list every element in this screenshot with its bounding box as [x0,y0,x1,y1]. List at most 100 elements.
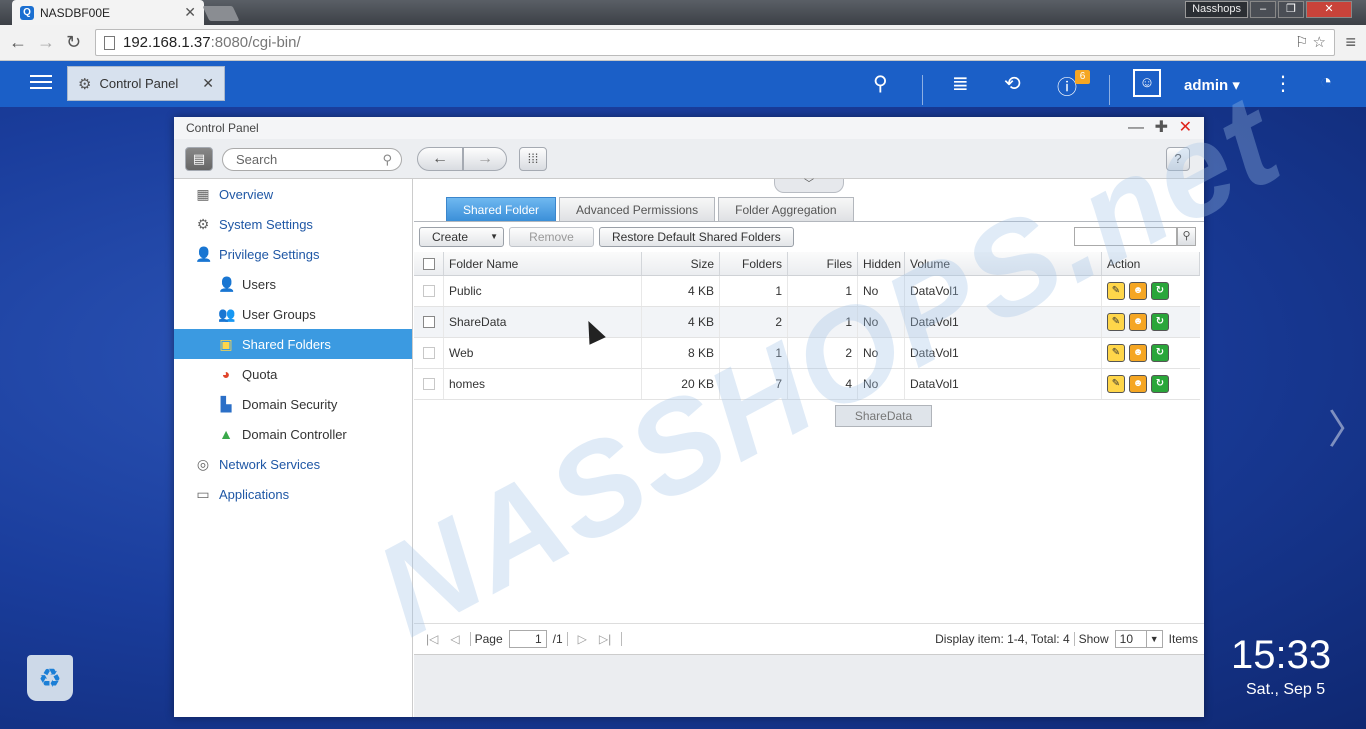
sidebar-item-users[interactable]: 👤 Users [174,269,412,299]
info-icon[interactable]: ⓘ [1057,71,1077,100]
sidebar-item-domain-security[interactable]: ▙ Domain Security [174,389,412,419]
next-page-icon[interactable]: ▷ [578,632,587,646]
first-page-icon[interactable]: |◁ [426,632,438,646]
user-avatar-icon[interactable]: ☺ [1133,69,1161,97]
forward-icon[interactable]: → [37,32,55,53]
window-toolbar: ▤ Search ⚲ ← → ⁞⁞⁞ ? [174,139,1204,179]
user-name: admin [1184,77,1229,94]
sidebar-item-quota[interactable]: ◕ Quota [174,359,412,389]
folder-name: Public [444,276,642,306]
page-size-select[interactable]: 10 ▼ [1114,630,1163,648]
column-hidden[interactable]: Hidden [858,252,905,275]
table-header: Folder Name Size Folders Files Hidden Vo… [414,252,1200,276]
column-size[interactable]: Size [642,252,720,275]
window-titlebar[interactable]: Control Panel — ✚ ✕ [174,117,1204,139]
table-row[interactable]: Public 4 KB 1 1 No DataVol1 ✎ ☻ ↻ [414,276,1200,307]
tab-folder-aggregation[interactable]: Folder Aggregation [718,197,854,221]
sidebar-item-domain-controller[interactable]: ▲ Domain Controller [174,419,412,449]
sidebar-item-system-settings[interactable]: ⚙ System Settings [174,209,412,239]
edit-properties-icon[interactable]: ✎ [1107,282,1125,300]
column-action: Action [1102,252,1200,275]
last-page-icon[interactable]: ▷| [599,632,611,646]
sidebar-item-overview[interactable]: ▦ Overview [174,179,412,209]
sidebar-toggle-button[interactable]: ▤ [185,147,213,171]
sidebar-item-shared-folders[interactable]: ▣ Shared Folders [174,329,412,359]
row-checkbox[interactable] [422,347,435,359]
browser-tab[interactable]: Q NASDBF00E ✕ [12,0,204,25]
search-icon[interactable]: ⚲ [873,71,888,96]
main-menu-icon[interactable] [30,71,52,93]
edit-properties-icon[interactable]: ✎ [1107,313,1125,331]
minimize-window-button[interactable]: – [1250,1,1276,18]
close-icon[interactable]: ✕ [1179,117,1192,139]
maximize-icon[interactable]: ✚ [1155,117,1168,139]
translate-and-star-icons[interactable]: ⚐ ☆ [1295,33,1326,51]
column-files[interactable]: Files [788,252,858,275]
more-options-icon[interactable]: ⋮ [1273,71,1293,96]
page-label: Page [474,632,503,646]
edit-permissions-icon[interactable]: ☻ [1129,282,1147,300]
domain-security-icon: ▙ [220,396,232,412]
edit-properties-icon[interactable]: ✎ [1107,375,1125,393]
search-icon[interactable]: ⚲ [1177,227,1196,246]
refresh-icon[interactable]: ↻ [1151,375,1169,393]
create-button[interactable]: Create ▼ [419,227,504,247]
table-row[interactable]: homes 20 KB 7 4 No DataVol1 ✎ ☻ ↻ [414,369,1200,400]
url-input[interactable]: 192.168.1.37 :8080/cgi-bin/ ⚐ ☆ [95,29,1335,56]
select-all-checkbox[interactable] [422,257,435,270]
help-button[interactable]: ? [1166,147,1190,171]
user-menu[interactable]: admin ▾ [1184,76,1240,94]
back-icon[interactable]: ← [9,32,27,53]
close-window-button[interactable]: ✕ [1306,1,1352,18]
new-tab-button[interactable] [202,6,240,21]
remove-button[interactable]: Remove [509,227,594,247]
column-folder-name[interactable]: Folder Name [444,252,642,275]
tab-advanced-permissions[interactable]: Advanced Permissions [559,197,716,221]
control-panel-taskbar-tab[interactable]: ⚙ Control Panel ✕ [67,66,225,101]
sidebar-item-user-groups[interactable]: 👥 User Groups [174,299,412,329]
edit-permissions-icon[interactable]: ☻ [1129,344,1147,362]
qts-top-bar: ⚙ Control Panel ✕ ⚲ ≣ ⟲ ⓘ 6 ☺ admin ▾ ⋮ … [0,61,1366,107]
folder-search-input[interactable] [1074,227,1177,246]
refresh-icon[interactable]: ↻ [1151,313,1169,331]
reload-icon[interactable]: ↻ [66,32,81,53]
external-device-icon[interactable]: ⟲ [1004,71,1021,96]
close-tab-icon[interactable]: ✕ [184,4,196,21]
collapse-chevron-down-icon[interactable]: ﹀ [774,179,844,193]
browser-menu-icon[interactable]: ≡ [1345,32,1356,53]
restore-default-shared-folders-button[interactable]: Restore Default Shared Folders [599,227,794,247]
table-row[interactable]: Web 8 KB 1 2 No DataVol1 ✎ ☻ ↻ [414,338,1200,369]
search-input[interactable]: Search ⚲ [222,148,402,171]
back-button[interactable]: ← [417,147,463,171]
row-checkbox[interactable] [422,378,435,390]
tab-shared-folder[interactable]: Shared Folder [446,197,557,221]
refresh-icon[interactable]: ↻ [1151,282,1169,300]
background-tasks-icon[interactable]: ≣ [952,71,969,96]
apps-grid-button[interactable]: ⁞⁞⁞ [519,147,547,171]
minimize-icon[interactable]: — [1128,117,1144,139]
drag-tooltip: ShareData [835,405,932,427]
sidebar-item-applications[interactable]: ▭ Applications [174,479,412,509]
forward-button[interactable]: → [463,147,507,171]
next-desktop-arrow-icon[interactable]: 〉 [1328,397,1366,455]
page-number-input[interactable]: 1 [508,630,547,648]
maximize-window-button[interactable]: ❐ [1278,1,1304,18]
sidebar-item-network-services[interactable]: ◎ Network Services [174,449,412,479]
refresh-icon[interactable]: ↻ [1151,344,1169,362]
edit-properties-icon[interactable]: ✎ [1107,344,1125,362]
prev-page-icon[interactable]: ◁ [450,632,459,646]
table-row[interactable]: ShareData 4 KB 2 1 No DataVol1 ✎ ☻ ↻ [414,307,1200,338]
sidebar-item-privilege-settings[interactable]: 👤 Privilege Settings [174,239,412,269]
column-volume[interactable]: Volume [905,252,1102,275]
select-all-cell [414,252,444,275]
file-count: 4 [788,369,858,399]
row-checkbox[interactable] [422,316,435,328]
close-icon[interactable]: ✕ [202,75,214,92]
dashboard-gauge-icon[interactable]: ◔ [1320,71,1332,94]
column-folders[interactable]: Folders [720,252,788,275]
hidden-flag: No [858,307,905,337]
edit-permissions-icon[interactable]: ☻ [1129,375,1147,393]
recycle-bin-icon[interactable]: ♻ [27,655,73,701]
row-checkbox[interactable] [422,285,435,297]
edit-permissions-icon[interactable]: ☻ [1129,313,1147,331]
